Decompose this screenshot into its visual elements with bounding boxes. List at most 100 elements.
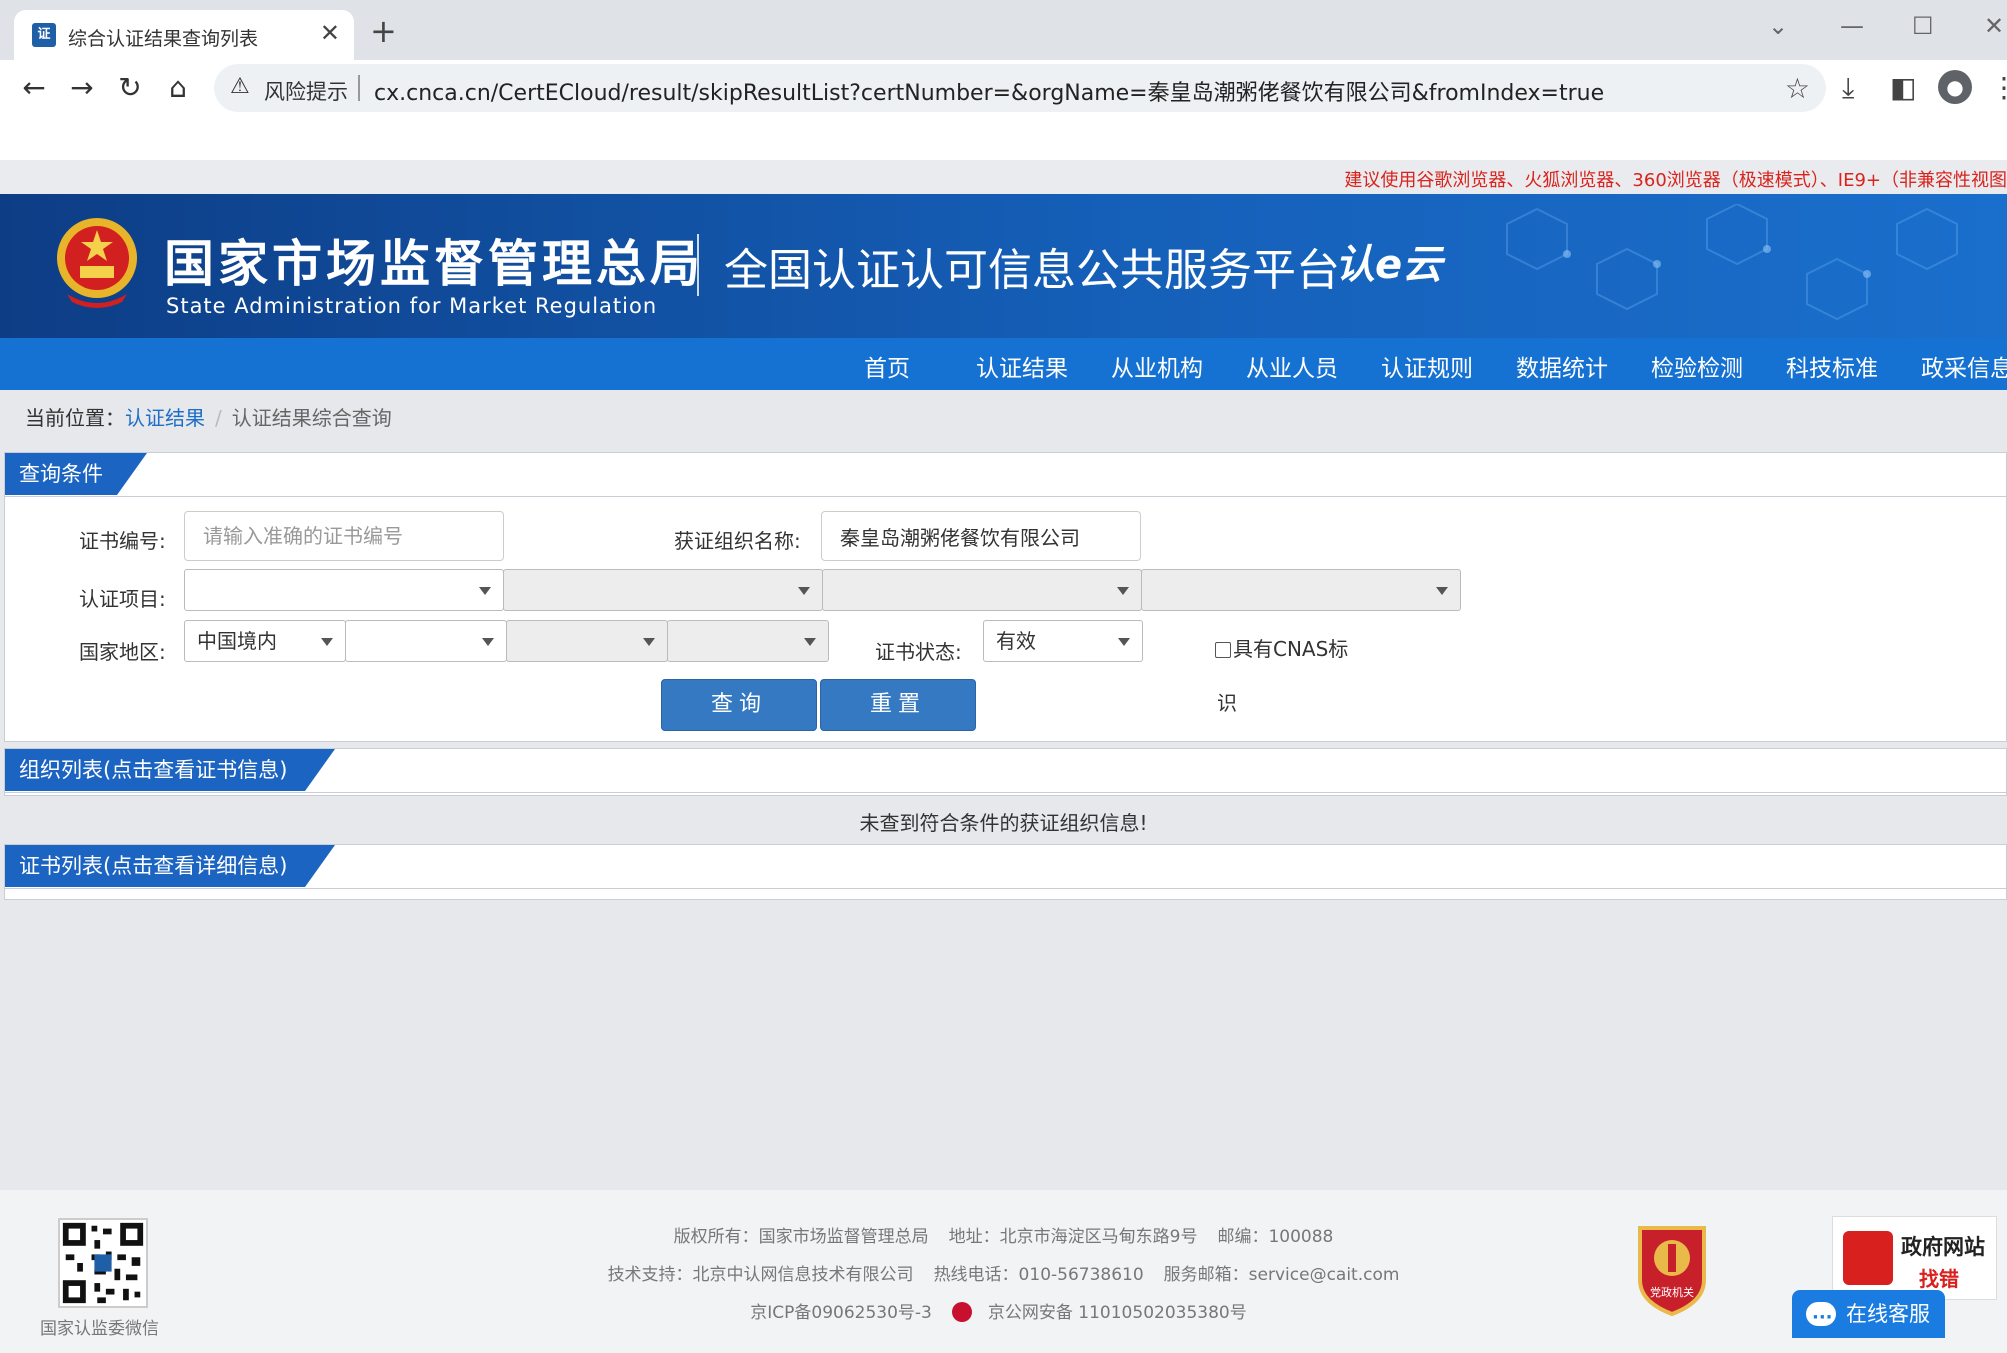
nav-item-statistics[interactable]: 数据统计 — [1516, 349, 1608, 383]
download-icon[interactable]: ⤓ — [1842, 72, 1854, 104]
gov-site-error-report[interactable]: 政府网站 找错 — [1832, 1216, 1997, 1300]
icp-link[interactable]: 京ICP备09062530号-3 — [750, 1303, 932, 1323]
project-label: 认证项目: — [79, 587, 166, 611]
maximize-icon[interactable]: ☐ — [1912, 14, 1934, 38]
nav-item-procurement[interactable]: 政采信息 — [1921, 349, 2007, 383]
gongan-link[interactable]: 京公网安备 11010502035380号 — [951, 1302, 1257, 1323]
main-nav: 首页 认证结果 从业机构 从业人员 认证规则 数据统计 检验检测 科技标准 政采… — [0, 338, 2007, 390]
cnas-checkbox-label[interactable]: 具有CNAS标 — [1215, 633, 1348, 662]
nav-item-rules[interactable]: 认证规则 — [1381, 349, 1473, 383]
project-select-3[interactable] — [822, 569, 1142, 611]
platform-title: 全国认证认可信息公共服务平台 — [724, 245, 1340, 296]
star-icon[interactable]: ☆ — [1785, 72, 1810, 105]
browser-tab-bar: 证 综合认证结果查询列表 ✕ + ⌄ — ☐ ✕ — [0, 0, 2007, 60]
cnas-checkbox-text-2: 识 — [1217, 691, 1237, 715]
window-close-icon[interactable]: ✕ — [1984, 14, 2004, 38]
url-text[interactable]: cx.cnca.cn/CertECloud/result/skipResultL… — [374, 75, 1604, 107]
query-panel: 查询条件 证书编号: 获证组织名称: 认证项目: 国家地区: 中国境内 证书状态… — [4, 452, 2007, 742]
forward-icon[interactable]: → — [62, 68, 102, 108]
banner-divider — [697, 234, 699, 296]
platform-logo: 认e云 — [1335, 242, 1443, 288]
national-emblem-icon — [57, 218, 137, 308]
more-icon[interactable]: ⋮ — [1990, 72, 2007, 104]
panel-title-tail — [305, 749, 335, 791]
org-list-title: 组织列表(点击查看证书信息) — [5, 749, 305, 791]
postcode-text: 邮编：100088 — [1217, 1227, 1334, 1247]
tech-support-text: 技术支持：北京中认网信息技术有限公司 — [607, 1265, 914, 1285]
sidebar-icon[interactable]: ◧ — [1890, 72, 1916, 104]
address-bar[interactable]: ⚠ 风险提示 cx.cnca.cn/CertECloud/result/skip… — [214, 64, 1826, 112]
site-banner: 国家市场监督管理总局 State Administration for Mark… — [0, 194, 2007, 338]
breadcrumb-separator: / — [215, 406, 222, 430]
cert-list-panel: 证书列表(点击查看详细信息) — [4, 844, 2007, 900]
region-select-district[interactable] — [667, 620, 829, 662]
warning-icon[interactable]: ⚠ — [230, 74, 250, 99]
org-list-header: 组织列表(点击查看证书信息) — [5, 749, 2006, 793]
org-name-label: 获证组织名称: — [674, 529, 801, 553]
chevron-down-icon[interactable]: ⌄ — [1768, 14, 1788, 38]
gov-site-sub: 找错 — [1919, 1267, 1959, 1291]
address-text: 地址：北京市海淀区马甸东路9号 — [948, 1227, 1198, 1247]
breadcrumb-prefix: 当前位置： — [25, 406, 125, 430]
chat-bubble-icon — [1806, 1294, 1836, 1342]
nav-item-cert-results[interactable]: 认证结果 — [976, 349, 1068, 383]
browser-recommendation-notice: 建议使用谷歌浏览器、火狐浏览器、360浏览器（极速模式）、IE9+（非兼容性视图 — [1344, 170, 2007, 191]
web-page: 建议使用谷歌浏览器、火狐浏览器、360浏览器（极速模式）、IE9+（非兼容性视图… — [0, 116, 2007, 1353]
minimize-icon[interactable]: — — [1840, 14, 1864, 38]
cert-number-label: 证书编号: — [79, 529, 166, 553]
cert-number-input[interactable] — [184, 511, 504, 561]
profile-icon[interactable]: ● — [1938, 70, 1972, 104]
address-divider — [358, 75, 360, 101]
site-favicon-icon: 证 — [32, 23, 56, 47]
org-name-input[interactable] — [821, 511, 1141, 561]
email-text: 服务邮箱：service@cait.com — [1163, 1265, 1400, 1285]
project-select-1[interactable] — [184, 569, 504, 611]
region-select-city[interactable] — [506, 620, 668, 662]
reload-icon[interactable]: ↻ — [110, 68, 150, 108]
search-button[interactable]: 查询 — [661, 679, 817, 731]
region-select-country[interactable]: 中国境内 — [184, 620, 346, 662]
new-tab-icon[interactable]: + — [370, 14, 397, 48]
region-label: 国家地区: — [79, 640, 166, 664]
tab-title: 综合认证结果查询列表 — [68, 28, 259, 50]
panel-title-tail — [117, 453, 147, 495]
copyright-text: 版权所有：国家市场监督管理总局 — [673, 1227, 929, 1247]
project-select-4[interactable] — [1141, 569, 1461, 611]
reset-button[interactable]: 重置 — [820, 679, 976, 731]
cnas-checkbox-text-1: 具有CNAS标 — [1233, 637, 1349, 661]
cert-status-label: 证书状态: — [875, 640, 962, 664]
breadcrumb: 当前位置：认证结果 / 认证结果综合查询 — [25, 402, 392, 431]
nav-item-testing[interactable]: 检验检测 — [1651, 349, 1743, 383]
region-select-province[interactable] — [345, 620, 507, 662]
nav-item-home[interactable]: 首页 — [864, 349, 910, 383]
cnas-checkbox[interactable] — [1215, 642, 1231, 658]
hexagon-decoration-icon — [1506, 204, 1958, 321]
magnifier-icon — [1843, 1231, 1893, 1285]
police-badge-icon — [951, 1302, 972, 1322]
browser-toolbar: ← → ↻ ⌂ ⚠ 风险提示 cx.cnca.cn/CertECloud/res… — [0, 60, 2007, 116]
cert-list-header: 证书列表(点击查看详细信息) — [5, 845, 2006, 889]
breadcrumb-link-cert-results[interactable]: 认证结果 — [125, 406, 205, 430]
online-service-button[interactable]: 在线客服 — [1792, 1290, 1945, 1342]
nav-item-standards[interactable]: 科技标准 — [1786, 349, 1878, 383]
risk-label[interactable]: 风险提示 — [264, 76, 348, 106]
nav-item-personnel[interactable]: 从业人员 — [1246, 349, 1338, 383]
hotline-text: 热线电话：010-56738610 — [933, 1265, 1144, 1285]
party-government-badge-icon[interactable]: 党政机关 — [1632, 1220, 1712, 1316]
home-icon[interactable]: ⌂ — [158, 68, 198, 108]
party-badge-text: 党政机关 — [1650, 1285, 1694, 1299]
nav-item-institutions[interactable]: 从业机构 — [1111, 349, 1203, 383]
brand-name-en: State Administration for Market Regulati… — [166, 294, 658, 318]
gov-site-title: 政府网站 — [1901, 1235, 1985, 1259]
notice-strip: 建议使用谷歌浏览器、火狐浏览器、360浏览器（极速模式）、IE9+（非兼容性视图 — [0, 116, 2007, 194]
cert-status-select[interactable]: 有效 — [983, 620, 1143, 662]
close-tab-icon[interactable]: ✕ — [320, 20, 340, 46]
cert-list-title: 证书列表(点击查看详细信息) — [5, 845, 305, 887]
gongan-text: 京公网安备 11010502035380号 — [987, 1303, 1247, 1323]
browser-tab[interactable]: 证 综合认证结果查询列表 ✕ — [14, 10, 354, 60]
query-panel-title: 查询条件 — [5, 453, 117, 495]
back-icon[interactable]: ← — [14, 68, 54, 108]
online-service-label: 在线客服 — [1846, 1302, 1930, 1326]
brand-name-cn[interactable]: 国家市场监督管理总局 — [164, 224, 704, 296]
project-select-2[interactable] — [503, 569, 823, 611]
